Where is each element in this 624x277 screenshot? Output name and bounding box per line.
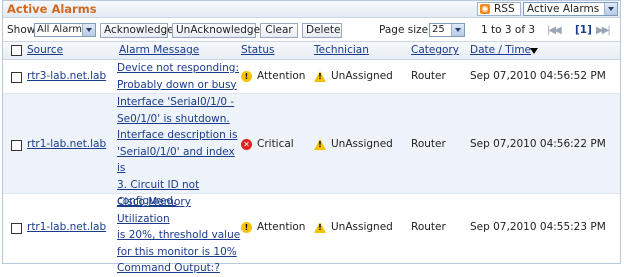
date-time-text: Sep 07,2010 04:56:22 PM xyxy=(470,138,606,150)
page-size-label: Page size xyxy=(379,24,429,36)
show-filter-value: All Alarms xyxy=(37,24,88,35)
page-title: Active Alarms xyxy=(7,2,97,16)
active-alarms-panel: Active Alarms ◉ RSS Active Alarms Show A… xyxy=(2,0,621,274)
column-date-time[interactable]: Date / Time xyxy=(470,44,531,56)
select-all-checkbox[interactable] xyxy=(11,45,22,56)
show-label: Show xyxy=(7,24,36,36)
source-link[interactable]: rtr1-lab.net.lab xyxy=(27,221,106,233)
row-checkbox[interactable] xyxy=(11,72,22,83)
column-alarm-message[interactable]: Alarm Message xyxy=(119,44,199,56)
message-line: Device not responding: xyxy=(117,62,239,74)
acknowledge-button[interactable]: Acknowledge xyxy=(100,23,174,38)
technician-text: UnAssigned xyxy=(331,70,393,82)
alarm-message-link[interactable]: Cisco Memory Utilization is 20%, thresho… xyxy=(117,194,241,277)
category-text: Router xyxy=(411,221,446,233)
message-line: Command Output:? xyxy=(117,262,220,274)
first-page-icon[interactable]: |◀◀ xyxy=(547,25,562,36)
row-checkbox[interactable] xyxy=(11,223,22,234)
chevron-down-icon[interactable] xyxy=(82,24,95,36)
show-filter-select[interactable]: All Alarms xyxy=(34,23,96,37)
message-line: 3. Circuit ID not xyxy=(117,178,200,191)
rss-feed-icon: ◉ xyxy=(480,4,490,14)
message-line: 'Serial0/1/0' and index is xyxy=(117,145,235,175)
date-time-text: Sep 07,2010 04:55:23 PM xyxy=(470,221,606,233)
exclamation-circle-icon: ! xyxy=(241,71,252,82)
page-range-text: 1 to 3 of 3 xyxy=(481,24,536,36)
column-technician[interactable]: Technician xyxy=(314,44,369,56)
last-page-icon[interactable]: ▶▶| xyxy=(596,25,611,36)
exclamation-circle-icon: ! xyxy=(241,222,252,233)
rss-button[interactable]: ◉ RSS xyxy=(477,2,521,16)
message-line: Interface 'Serial0/1/0 - xyxy=(117,96,235,108)
category-text: Router xyxy=(411,70,446,82)
column-category[interactable]: Category xyxy=(411,44,459,56)
message-line: Se0/1/0' is shutdown. xyxy=(117,112,230,125)
view-select-value: Active Alarms xyxy=(527,3,600,15)
unacknowledge-button[interactable]: UnAcknowledge xyxy=(172,23,260,38)
clear-button[interactable]: Clear xyxy=(260,23,298,38)
status-text: Attention xyxy=(257,70,306,82)
status-text: Critical xyxy=(257,138,294,150)
table-row: rtr1-lab.net.lab Cisco Memory Utilizatio… xyxy=(3,194,620,274)
sort-descending-icon[interactable] xyxy=(530,48,538,54)
category-text: Router xyxy=(411,138,446,150)
rss-label: RSS xyxy=(494,3,515,15)
status-text: Attention xyxy=(257,221,306,233)
message-line: is 20%, threshold value xyxy=(117,229,241,241)
message-line: Interface description is xyxy=(117,129,238,141)
view-select[interactable]: Active Alarms xyxy=(523,2,618,16)
source-link[interactable]: rtr3-lab.net.lab xyxy=(27,70,106,82)
row-checkbox[interactable] xyxy=(11,140,22,151)
source-link[interactable]: rtr1-lab.net.lab xyxy=(27,138,106,150)
column-status[interactable]: Status xyxy=(241,44,274,56)
date-time-text: Sep 07,2010 04:56:52 PM xyxy=(470,70,606,82)
table-row: rtr1-lab.net.lab Interface 'Serial0/1/0 … xyxy=(3,94,620,207)
message-line: for this monitor is 10% xyxy=(117,245,237,258)
chevron-down-icon[interactable] xyxy=(604,3,617,15)
alarm-message-link[interactable]: Device not responding: Probably down or … xyxy=(117,60,241,93)
message-line: Probably down or busy xyxy=(117,78,237,91)
alarm-toolbar: Show All Alarms Acknowledge UnAcknowledg… xyxy=(3,21,620,39)
message-line: Cisco Memory Utilization xyxy=(117,196,191,225)
column-source[interactable]: Source xyxy=(27,44,63,56)
technician-text: UnAssigned xyxy=(331,138,393,150)
page-size-value: 25 xyxy=(432,24,445,35)
technician-text: UnAssigned xyxy=(331,221,393,233)
current-page: [1] xyxy=(575,24,592,36)
chevron-down-icon[interactable] xyxy=(451,24,464,36)
x-circle-icon: ✕ xyxy=(241,139,252,150)
table-row: rtr3-lab.net.lab Device not responding: … xyxy=(3,60,620,93)
page-size-select[interactable]: 25 xyxy=(429,23,465,37)
table-header: Source Alarm Message Status Technician C… xyxy=(3,41,620,60)
delete-button[interactable]: Delete xyxy=(302,23,342,38)
panel-titlebar: Active Alarms ◉ RSS Active Alarms xyxy=(3,1,620,18)
